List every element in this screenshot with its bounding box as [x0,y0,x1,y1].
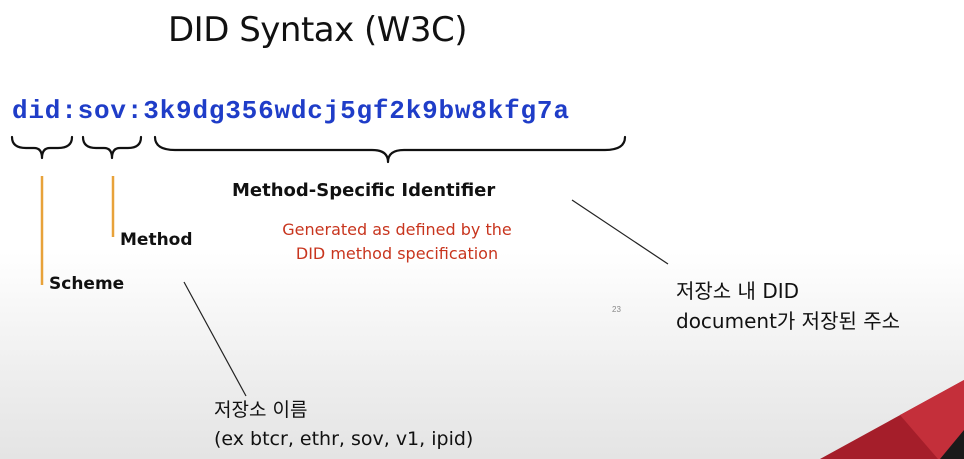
scheme-label: Scheme [49,274,125,294]
corner-decoration [820,380,964,459]
identifier-note: Generated as defined by the DID method s… [252,218,542,266]
identifier-brace [153,135,627,164]
identifier-note-line: DID method specification [295,244,499,263]
method-specific-identifier-label: Method-Specific Identifier [232,180,496,201]
method-brace [81,135,143,160]
identifier-annotation-line [571,199,669,265]
method-annotation-line [183,281,247,397]
method-label: Method [120,230,193,250]
identifier-annotation: 저장소 내 DID document가 저장된 주소 [676,276,964,336]
identifier-note-line: Generated as defined by the [282,220,512,239]
method-annotation: 저장소 이름 (ex btcr, ethr, sov, v1, ipid) [214,396,473,454]
annotation-line: 저장소 이름 [214,399,308,421]
slide-page-number: 23 [612,305,621,314]
scheme-brace [10,135,74,160]
annotation-line: 저장소 내 DID [676,279,800,303]
annotation-line: (ex btcr, ethr, sov, v1, ipid) [214,428,474,450]
annotation-line: document가 저장된 주소 [676,309,901,333]
